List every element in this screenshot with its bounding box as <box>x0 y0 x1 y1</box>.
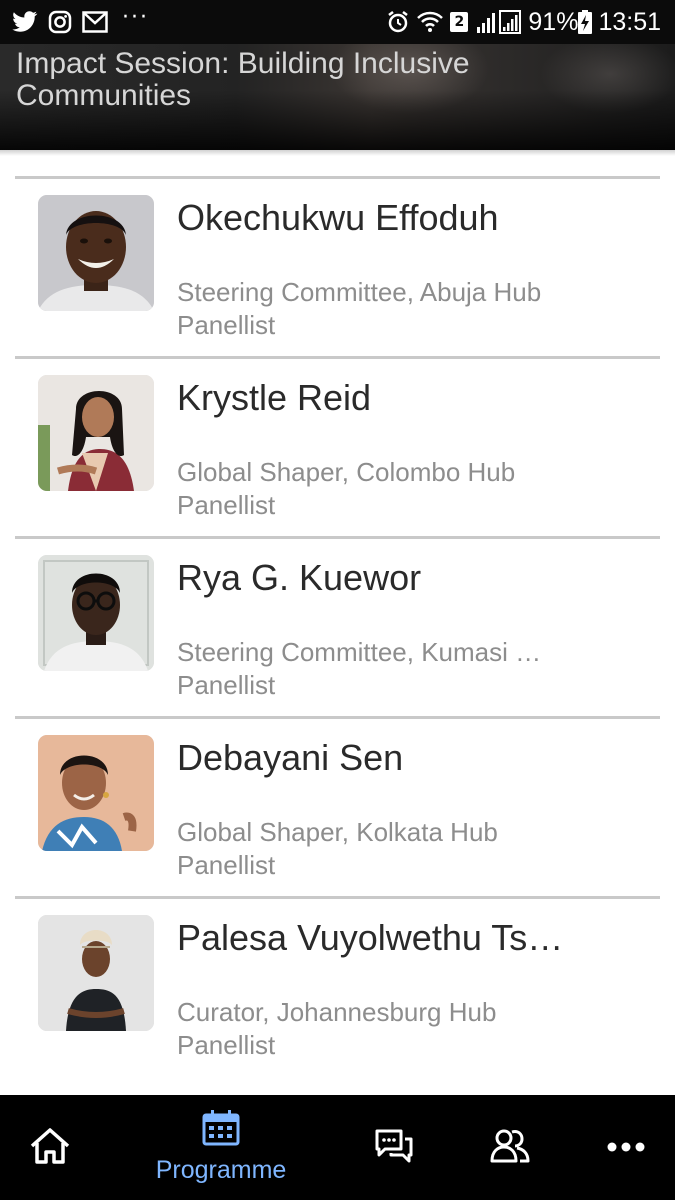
wifi-icon <box>416 10 444 34</box>
divider <box>15 176 660 179</box>
avatar <box>38 195 154 311</box>
nav-home[interactable] <box>20 1095 80 1200</box>
speaker-list: Okechukwu Effoduh Steering Committee, Ab… <box>0 176 675 1076</box>
speaker-row[interactable]: Palesa Vuyolwethu Ts… Curator, Johannesb… <box>0 896 675 1076</box>
more-icon <box>606 1138 646 1157</box>
chat-icon <box>373 1127 415 1169</box>
home-icon <box>29 1126 71 1170</box>
divider <box>15 896 660 899</box>
nav-chat[interactable] <box>364 1095 424 1200</box>
battery-icon <box>578 10 593 34</box>
speaker-role: Steering Committee, Kumasi … <box>177 637 542 667</box>
session-title: Impact Session: Building Inclusive Commu… <box>16 47 470 112</box>
bottom-nav: Programme <box>0 1095 675 1200</box>
status-overflow: ··· <box>122 5 149 30</box>
speaker-row[interactable]: Krystle Reid Global Shaper, Colombo Hub … <box>0 356 675 536</box>
speaker-role: Global Shaper, Colombo Hub <box>177 457 516 487</box>
nav-programme[interactable]: Programme <box>140 1095 302 1200</box>
avatar <box>38 555 154 671</box>
nav-programme-label: Programme <box>155 1156 287 1184</box>
speaker-name: Rya G. Kuewor <box>177 557 422 598</box>
speaker-type: Panellist <box>177 1030 276 1060</box>
avatar <box>38 735 154 851</box>
speaker-name: Krystle Reid <box>177 377 372 418</box>
people-icon <box>490 1127 530 1169</box>
divider <box>15 716 660 719</box>
nav-more[interactable] <box>596 1095 656 1200</box>
speaker-name: Debayani Sen <box>177 737 404 778</box>
speaker-row[interactable]: Rya G. Kuewor Steering Committee, Kumasi… <box>0 536 675 716</box>
gmail-icon <box>82 11 108 33</box>
speaker-type: Panellist <box>177 490 276 520</box>
sim-badge: 2 <box>450 12 469 32</box>
avatar <box>38 375 154 491</box>
battery-percent: 91% <box>528 7 579 36</box>
speaker-type: Panellist <box>177 670 276 700</box>
divider <box>15 356 660 359</box>
calendar-icon <box>202 1110 240 1150</box>
speaker-role: Steering Committee, Abuja Hub <box>177 277 542 307</box>
divider <box>15 536 660 539</box>
session-header: Impact Session: Building Inclusive Commu… <box>0 44 675 150</box>
signal-icon <box>476 10 522 34</box>
speaker-name: Palesa Vuyolwethu Ts… <box>177 917 564 958</box>
alarm-icon <box>386 10 410 34</box>
speaker-row[interactable]: Okechukwu Effoduh Steering Committee, Ab… <box>0 176 675 356</box>
speaker-type: Panellist <box>177 310 276 340</box>
avatar <box>38 915 154 1031</box>
speaker-name: Okechukwu Effoduh <box>177 197 499 238</box>
status-bar: ··· 2 91% 13:51 <box>0 0 675 44</box>
speaker-type: Panellist <box>177 850 276 880</box>
speaker-role: Curator, Johannesburg Hub <box>177 997 497 1027</box>
clock: 13:51 <box>598 7 661 36</box>
nav-people[interactable] <box>480 1095 540 1200</box>
speaker-row[interactable]: Debayani Sen Global Shaper, Kolkata Hub … <box>0 716 675 896</box>
instagram-icon <box>48 10 72 34</box>
twitter-icon <box>12 11 38 33</box>
speaker-role: Global Shaper, Kolkata Hub <box>177 817 498 847</box>
